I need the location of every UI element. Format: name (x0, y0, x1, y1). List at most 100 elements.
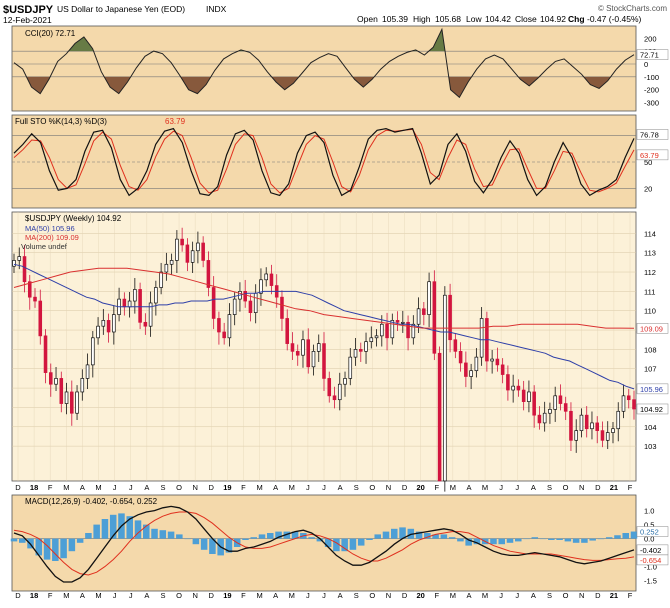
x-axis-label: D (595, 483, 601, 492)
candle-body (159, 271, 163, 288)
stoch-title: Full STO %K(14,3) %D(3) (15, 117, 107, 126)
x-axis-label-bottom: A (338, 591, 343, 600)
candle-body (348, 356, 353, 379)
candle-body (164, 263, 169, 273)
price-tick-label: 114 (644, 229, 656, 238)
candle-body (616, 410, 621, 430)
x-axis-label: M (95, 483, 101, 492)
candle-body (96, 325, 100, 339)
candle-body (259, 279, 263, 294)
x-axis-label: N (192, 483, 197, 492)
candle-body (306, 339, 311, 368)
x-axis-label: F (434, 483, 439, 492)
x-axis-label: F (628, 483, 633, 492)
candle-body (427, 281, 431, 315)
macd-histogram-bar (391, 528, 398, 539)
macd-signal-value: -0.654 (640, 556, 661, 565)
x-axis-label-bottom: A (531, 591, 536, 600)
candle-body (295, 350, 300, 356)
x-axis-label-bottom: J (113, 591, 117, 600)
x-axis-label-bottom: M (63, 591, 69, 600)
x-axis-label-bottom: A (80, 591, 85, 600)
macd-histogram-bar (572, 538, 580, 543)
macd-histogram-bar (258, 534, 266, 539)
x-axis-label: A (466, 483, 471, 492)
cci-panel: 2001000-100-200-30072.71 (11, 25, 669, 112)
macd-panel: 1.00.50.0-0.5-1.0-1.50.252-0.402-0.654 (10, 494, 669, 592)
candle-body (217, 318, 221, 333)
cci-tick-label: 0 (644, 60, 648, 69)
candle-body (621, 395, 626, 412)
last-close-value: 104.92 (640, 405, 663, 414)
macd-histogram-bar (341, 538, 348, 552)
stoch-k-value: 76.78 (640, 130, 659, 139)
macd-histogram-bar (382, 531, 390, 539)
x-axis-label-bottom: O (176, 591, 182, 600)
candle-body (374, 335, 379, 339)
candle-body (316, 343, 321, 352)
candle-body (48, 372, 53, 385)
candle-body (17, 256, 22, 261)
candle-body (180, 238, 184, 246)
macd-histogram-bar (457, 538, 464, 542)
candle-body (206, 260, 211, 288)
candle-body (527, 391, 531, 402)
x-axis-label: O (369, 483, 375, 492)
x-axis-label-bottom: N (192, 591, 197, 600)
candle-body (521, 389, 526, 402)
x-axis-label-bottom: F (241, 591, 246, 600)
x-axis-label: M (63, 483, 69, 492)
candle-body (516, 385, 521, 391)
legend-volume: Volume undef (21, 242, 68, 251)
candle-body (201, 242, 205, 261)
candle-body (353, 349, 358, 358)
x-axis-label: S (547, 483, 552, 492)
x-axis-label-bottom: 19 (223, 591, 231, 600)
x-axis-label: J (322, 483, 326, 492)
candle-body (337, 383, 342, 401)
cci-tick-label: -100 (644, 73, 659, 82)
x-axis-label: 19 (223, 483, 231, 492)
candle-body (558, 395, 563, 404)
price-tick-label: 107 (644, 365, 657, 374)
low-value: 104.42 (485, 14, 511, 24)
candle-body (54, 378, 58, 385)
macd-histogram-bar (200, 538, 208, 550)
candle-body (395, 320, 400, 323)
macd-histogram-bar (349, 538, 357, 550)
candle-body (464, 362, 468, 377)
chg-label: Chg (568, 14, 585, 24)
cci-last-value: 72.71 (640, 51, 659, 60)
x-axis-label-bottom: A (273, 591, 278, 600)
macd-hist-value: 0.252 (640, 528, 659, 537)
x-axis-label: O (176, 483, 182, 492)
candle-body (301, 339, 305, 356)
candle-body (75, 391, 79, 414)
x-axis-label: F (48, 483, 53, 492)
macd-histogram-bar (539, 538, 547, 540)
candle-body (385, 323, 389, 339)
macd-histogram-bar (564, 538, 572, 542)
candle-body (70, 391, 74, 414)
high-label: High (413, 14, 431, 24)
x-axis-label-bottom: D (15, 591, 21, 600)
macd-histogram-bar (531, 537, 539, 539)
x-axis-label: J (499, 483, 503, 492)
price-tick-label: 110 (644, 307, 656, 316)
candle-body (138, 289, 142, 323)
x-axis-label: M (289, 483, 295, 492)
candle-body (563, 403, 568, 412)
x-axis-label: J (129, 483, 133, 492)
chg-value: -0.47 (-0.45%) (587, 14, 641, 24)
x-axis-label: D (15, 483, 21, 492)
ma50-value: 105.96 (640, 385, 663, 394)
candle-body (64, 391, 69, 404)
x-axis-label-bottom: F (434, 591, 439, 600)
price-tick-label: 108 (644, 345, 657, 354)
candle-body (590, 422, 594, 430)
candle-body (38, 300, 43, 337)
candle-body (490, 358, 494, 362)
x-axis-label: D (209, 483, 215, 492)
candle-body (479, 318, 484, 358)
x-axis-label: 21 (610, 483, 618, 492)
